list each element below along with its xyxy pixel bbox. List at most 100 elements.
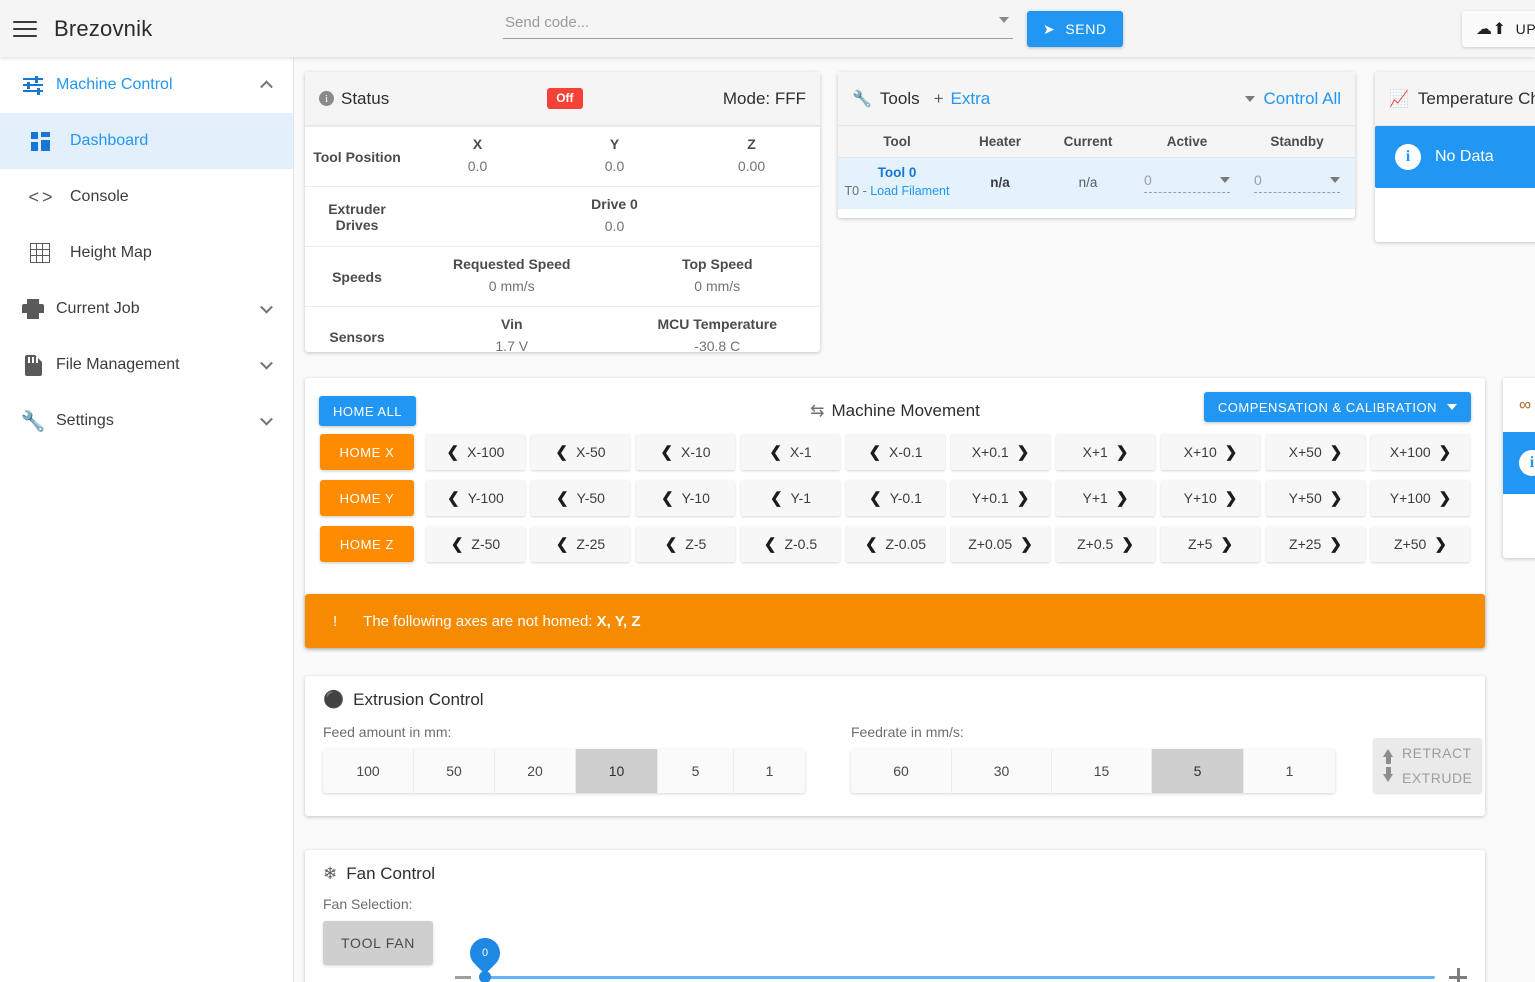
- send-icon: ➤: [1043, 20, 1056, 37]
- sidebar-group-file-management[interactable]: File Management: [0, 337, 293, 393]
- wrench-icon: 🔧: [852, 90, 872, 108]
- sidebar-group-settings[interactable]: 🔧 Settings: [0, 393, 293, 449]
- jog-button[interactable]: Y+1 ❯: [1056, 480, 1155, 516]
- home-x-button[interactable]: HOME X: [320, 434, 414, 470]
- jog-button[interactable]: ❮ Z-0.05: [846, 526, 945, 562]
- feed-amount-option-selected[interactable]: 10: [575, 749, 657, 793]
- fan-speed-slider[interactable]: 0: [463, 931, 1435, 982]
- chevron-right-icon: ❯: [1438, 490, 1452, 507]
- chevron-right-icon: ❯: [1220, 536, 1234, 553]
- jog-button[interactable]: ❮ X-50: [531, 434, 630, 470]
- feed-amount-option[interactable]: 20: [494, 749, 575, 793]
- status-cell-value: 0.00: [737, 158, 766, 174]
- chevron-down-icon[interactable]: [999, 17, 1009, 23]
- feedrate-segmented: 60 30 15 5 1: [851, 749, 1335, 793]
- jog-button[interactable]: X+10 ❯: [1161, 434, 1260, 470]
- jog-button[interactable]: Y+50 ❯: [1266, 480, 1365, 516]
- home-y-button[interactable]: HOME Y: [320, 480, 414, 516]
- upload-button[interactable]: ☁⬆ UPL: [1462, 11, 1535, 47]
- feed-amount-option[interactable]: 100: [323, 749, 413, 793]
- feedrate-option-selected[interactable]: 5: [1151, 749, 1243, 793]
- jog-button[interactable]: ❮ Z-5: [636, 526, 735, 562]
- jog-button[interactable]: ❮ Y-10: [636, 480, 735, 516]
- jog-button[interactable]: ❮ Z-50: [426, 526, 525, 562]
- jog-button[interactable]: Z+50 ❯: [1371, 526, 1470, 562]
- home-all-button[interactable]: HOME ALL: [319, 396, 417, 426]
- jog-button[interactable]: Y+100 ❯: [1371, 480, 1470, 516]
- chevron-right-icon: ❯: [1115, 490, 1129, 507]
- jog-button[interactable]: X+100 ❯: [1371, 434, 1470, 470]
- table-row[interactable]: Tool 0 T0 - Load Filament n/a n/a 0 0: [838, 158, 1355, 209]
- wrench-icon: 🔧: [20, 410, 46, 433]
- status-cell-value: 0 mm/s: [488, 278, 535, 294]
- sidebar-item-dashboard[interactable]: Dashboard: [0, 113, 293, 169]
- jog-button[interactable]: ❮ Y-0.1: [846, 480, 945, 516]
- hamburger-icon[interactable]: [12, 19, 38, 39]
- tool-active-input[interactable]: 0: [1144, 172, 1230, 193]
- decrease-fan-speed-button[interactable]: [455, 975, 472, 979]
- feedrate-option[interactable]: 1: [1243, 749, 1335, 793]
- control-all-link[interactable]: Control All: [1264, 89, 1341, 109]
- feedrate-option[interactable]: 15: [1051, 749, 1151, 793]
- sidebar-group-current-job[interactable]: Current Job: [0, 281, 293, 337]
- jog-button[interactable]: Y+10 ❯: [1161, 480, 1260, 516]
- machine-movement-header: HOME ALL ⇆ Machine Movement COMPENSATION …: [305, 378, 1485, 434]
- status-cell: Y 0.0: [546, 127, 683, 186]
- status-cell-value: -30.8 C: [694, 338, 741, 354]
- feed-amount-option[interactable]: 1: [733, 749, 805, 793]
- jog-button[interactable]: ❮ Y-100: [426, 480, 525, 516]
- send-button[interactable]: ➤ SEND: [1027, 11, 1123, 47]
- tool-standby-input-wrap: 0: [1242, 172, 1352, 193]
- increase-fan-speed-button[interactable]: [1449, 968, 1467, 982]
- feed-amount-option[interactable]: 50: [413, 749, 494, 793]
- sidebar-group-machine-control[interactable]: Machine Control: [0, 57, 293, 113]
- jog-button[interactable]: X+1 ❯: [1056, 434, 1155, 470]
- sidebar-item-height-map[interactable]: Height Map: [0, 225, 293, 281]
- chevron-up-icon: [260, 80, 273, 94]
- temperature-chart-header: 📈 Temperature Ch: [1375, 72, 1535, 126]
- extrude-button[interactable]: EXTRUDE: [1383, 767, 1472, 786]
- jog-button[interactable]: ❮ Y-50: [531, 480, 630, 516]
- sidebar-item-console[interactable]: < > Console: [0, 169, 293, 225]
- status-cell-value: 0 mm/s: [694, 278, 741, 294]
- send-code-input[interactable]: [503, 10, 1013, 39]
- chevron-down-icon[interactable]: [1244, 95, 1255, 102]
- chevron-left-icon: ❮: [556, 490, 569, 507]
- tools-extra-link[interactable]: Extra: [951, 89, 991, 109]
- tool-standby-value: 0: [1254, 171, 1262, 188]
- feed-amount-option[interactable]: 5: [657, 749, 733, 793]
- axes-not-homed-warning: ! The following axes are not homed: X, Y…: [305, 594, 1485, 648]
- load-filament-link[interactable]: Load Filament: [870, 184, 949, 198]
- jog-button[interactable]: Y+0.1 ❯: [951, 480, 1050, 516]
- retract-button[interactable]: RETRACT: [1383, 745, 1472, 764]
- feedrate-option[interactable]: 30: [951, 749, 1051, 793]
- chevron-left-icon: ❮: [450, 536, 464, 553]
- jog-label: X+1: [1082, 444, 1108, 460]
- jog-button[interactable]: ❮ Z-0.5: [741, 526, 840, 562]
- jog-label: Y+1: [1082, 490, 1108, 506]
- jog-button[interactable]: Z+0.5 ❯: [1056, 526, 1155, 562]
- jog-button[interactable]: Z+25 ❯: [1266, 526, 1365, 562]
- jog-button[interactable]: X+50 ❯: [1266, 434, 1365, 470]
- jog-button[interactable]: ❮ Z-25: [531, 526, 630, 562]
- jog-button[interactable]: ❮ X-10: [636, 434, 735, 470]
- compensation-calibration-button[interactable]: COMPENSATION & CALIBRATION: [1203, 392, 1471, 422]
- jog-button[interactable]: ❮ X-0.1: [846, 434, 945, 470]
- plus-icon[interactable]: +: [934, 89, 944, 109]
- status-row-label: Extruder Drives: [328, 200, 386, 233]
- feedrate-option[interactable]: 60: [851, 749, 951, 793]
- sidebar-group-label: Current Job: [56, 300, 140, 317]
- dashboard-icon: [10, 131, 70, 151]
- tool-fan-button[interactable]: TOOL FAN: [323, 921, 434, 965]
- jog-button[interactable]: Z+0.05 ❯: [951, 526, 1050, 562]
- tool-standby-input[interactable]: 0: [1254, 172, 1340, 193]
- jog-button[interactable]: ❮ X-100: [426, 434, 525, 470]
- jog-button[interactable]: ❮ Y-1: [741, 480, 840, 516]
- jog-label: X-0.1: [889, 444, 923, 460]
- jog-button[interactable]: Z+5 ❯: [1161, 526, 1260, 562]
- jog-label: X-100: [467, 444, 505, 460]
- jog-button[interactable]: ❮ X-1: [741, 434, 840, 470]
- home-z-button[interactable]: HOME Z: [320, 526, 414, 562]
- tool-cell: Tool 0 T0 - Load Filament: [838, 165, 956, 200]
- jog-button[interactable]: X+0.1 ❯: [951, 434, 1050, 470]
